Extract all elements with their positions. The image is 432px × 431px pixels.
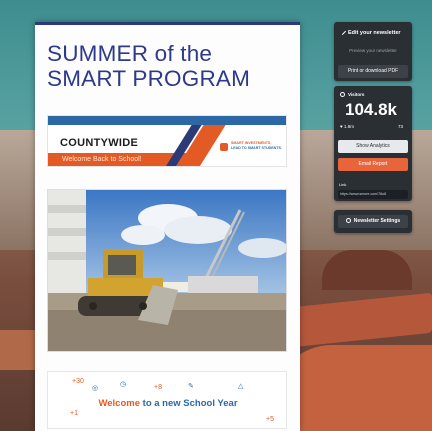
visitors-label: Visitors xyxy=(340,92,364,97)
eye-icon xyxy=(340,92,345,97)
doodle-value: +1 xyxy=(70,410,78,417)
likes-count: ♥ 1.8m xyxy=(340,124,354,129)
likes-side-count: 73 xyxy=(398,124,404,129)
title-line-1: SUMMER of the xyxy=(47,41,213,66)
link-url-field[interactable]: https://www.smore.com/78u8 xyxy=(338,190,408,199)
banner-county: COUNTYWIDE xyxy=(60,137,139,149)
newsletter-title: SUMMER of the SMART PROGRAM xyxy=(47,41,250,91)
banner-tagline-2: LEAD TO SMART STUDENTS. xyxy=(231,146,282,150)
edit-newsletter-button[interactable]: Edit your newsletter xyxy=(338,27,401,36)
doodle-value: +30 xyxy=(72,378,84,385)
smart-logo-icon xyxy=(220,143,228,151)
lightbulb-icon: ◎ xyxy=(92,385,99,392)
desk xyxy=(292,292,432,348)
likes-count-text: 1.8m xyxy=(343,124,354,129)
show-analytics-label: Show Analytics xyxy=(356,143,390,149)
email-report-button[interactable]: Email Report xyxy=(338,158,408,171)
show-analytics-button[interactable]: Show Analytics xyxy=(338,140,408,153)
print-pdf-button[interactable]: Print or download PDF xyxy=(338,65,408,78)
construction-photo xyxy=(47,189,287,352)
ruler-icon: △ xyxy=(238,383,244,390)
newsletter-page: SUMMER of the SMART PROGRAM COUNTYWIDE W… xyxy=(35,22,300,431)
analytics-panel: Visitors 104.8k ♥ 1.8m 73 Show Analytics… xyxy=(334,86,412,201)
pencil-icon: ✎ xyxy=(188,383,194,390)
countywide-banner: COUNTYWIDE Welcome Back to School! SMART… xyxy=(47,115,287,167)
gear-icon xyxy=(345,218,351,223)
title-line-2: SMART PROGRAM xyxy=(47,66,251,91)
welcome-message: Welcome to a new School Year xyxy=(48,398,288,409)
welcome-word: Welcome xyxy=(98,398,141,409)
link-label: Link xyxy=(339,182,347,187)
banner-welcome: Welcome Back to School! xyxy=(62,156,142,163)
visitors-label-text: Visitors xyxy=(348,92,365,97)
doodle-value: +8 xyxy=(154,384,162,391)
email-report-label: Email Report xyxy=(358,161,388,167)
doodle-value: +5 xyxy=(266,416,274,423)
welcome-rest: to a new School Year xyxy=(142,398,238,409)
bulldozer-image xyxy=(48,190,286,351)
clock-icon: ◷ xyxy=(120,381,127,388)
welcome-footer-card: +30 +8 +1 +5 ◎ ◷ ✎ △ Welcome to a new Sc… xyxy=(47,371,287,429)
settings-panel: Newsletter Settings xyxy=(334,210,412,233)
desk xyxy=(0,330,40,370)
newsletter-settings-button[interactable]: Newsletter Settings xyxy=(338,215,408,228)
banner-tagline-1: SMART INVESTMENTS, xyxy=(231,141,272,145)
preview-newsletter-link[interactable]: Preview your newsletter xyxy=(334,48,412,53)
newsletter-settings-label: Newsletter Settings xyxy=(353,218,401,224)
banner-stripe xyxy=(48,116,286,125)
pencil-icon xyxy=(338,27,347,36)
edit-newsletter-label: Edit your newsletter xyxy=(348,30,401,36)
visitors-count: 104.8k xyxy=(345,100,397,119)
chair xyxy=(322,250,412,290)
edit-panel: Edit your newsletter Preview your newsle… xyxy=(334,22,412,81)
